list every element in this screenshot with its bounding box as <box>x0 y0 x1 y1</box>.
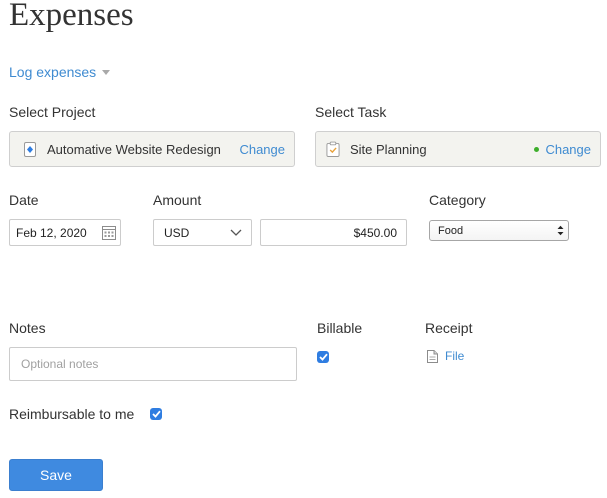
date-field[interactable]: Feb 12, 2020 <box>9 219 121 246</box>
notes-input[interactable] <box>19 356 296 372</box>
page-title: Expenses <box>9 0 134 33</box>
receipt-file-button[interactable]: File <box>427 349 464 363</box>
amount-input[interactable]: $450.00 <box>260 219 407 246</box>
task-name: Site Planning <box>350 141 427 157</box>
status-dot <box>534 146 540 152</box>
select-arrows-icon <box>557 225 564 236</box>
chevron-down-icon <box>230 229 242 236</box>
category-select[interactable]: Food <box>429 220 569 241</box>
select-task-label: Select Task <box>315 104 387 120</box>
currency-value: USD <box>164 225 190 240</box>
select-project-label: Select Project <box>9 104 96 120</box>
date-value: Feb 12, 2020 <box>16 225 87 240</box>
calendar-icon[interactable] <box>102 225 116 240</box>
log-expenses-dropdown[interactable]: Log expenses <box>9 64 111 80</box>
project-icon <box>23 141 37 157</box>
amount-label: Amount <box>153 192 202 208</box>
document-icon <box>427 349 438 363</box>
clipboard-check-icon <box>326 141 340 157</box>
category-label: Category <box>429 192 486 208</box>
billable-checkbox[interactable] <box>317 351 329 363</box>
notes-field[interactable] <box>9 347 297 381</box>
project-picker[interactable]: Automative Website Redesign Change <box>9 131 295 167</box>
change-project-link[interactable]: Change <box>239 142 285 157</box>
task-picker[interactable]: Site Planning Change <box>315 131 601 167</box>
checkmark-icon <box>318 353 328 361</box>
amount-value: $450.00 <box>353 225 397 240</box>
change-task-link[interactable]: Change <box>545 142 591 157</box>
notes-label: Notes <box>9 320 46 336</box>
project-name: Automative Website Redesign <box>47 141 221 157</box>
save-button[interactable]: Save <box>9 459 103 491</box>
date-label: Date <box>9 192 39 208</box>
caret-down-icon <box>102 70 111 75</box>
billable-label: Billable <box>317 320 363 336</box>
reimbursable-label: Reimbursable to me <box>9 406 135 422</box>
currency-select[interactable]: USD <box>153 219 252 246</box>
receipt-file-label: File <box>445 349 465 363</box>
checkmark-icon <box>151 410 161 418</box>
receipt-label: Receipt <box>425 320 473 336</box>
category-value: Food <box>438 224 464 237</box>
reimbursable-checkbox[interactable] <box>150 408 162 420</box>
log-expenses-label: Log expenses <box>9 64 97 80</box>
